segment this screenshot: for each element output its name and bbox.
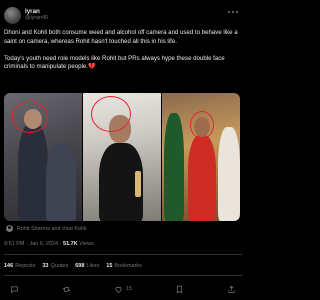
bookmark-button[interactable] <box>174 284 184 294</box>
repost-button[interactable] <box>62 284 72 294</box>
post-time[interactable]: 9:51 PM <box>4 241 24 247</box>
author-names: Iyran @iyran45 <box>25 8 48 22</box>
avatar[interactable] <box>4 6 21 24</box>
repost-icon <box>62 286 71 292</box>
like-button[interactable]: 15 <box>114 285 132 294</box>
action-bar: 15 <box>4 283 242 295</box>
post-body: Dhoni and Kohli both consume weed and al… <box>4 29 242 72</box>
highlight-circle <box>12 101 48 133</box>
reply-button[interactable] <box>9 284 19 294</box>
author-handle[interactable]: @iyran45 <box>25 15 48 21</box>
author-display-name[interactable]: Iyran <box>25 8 48 15</box>
user-tag-icon <box>6 225 13 232</box>
reposts-stat[interactable]: 146 Reposts <box>4 263 35 269</box>
share-icon <box>228 285 235 293</box>
reply-icon <box>10 286 18 293</box>
engagement-stats: 146 Reposts 33 Quotes 698 Likes 15 Bookmarks <box>4 263 142 269</box>
views-count: 51.7K <box>63 241 78 247</box>
tagged-people[interactable]: Rohit Sharma and Virat Kohli <box>17 226 86 232</box>
quotes-stat[interactable]: 33 Quotes <box>42 263 68 269</box>
media-photo-2[interactable] <box>83 93 161 221</box>
post-paragraph-2: Today's youth need role models like Rohi… <box>4 54 225 71</box>
divider <box>4 254 242 255</box>
more-options-icon[interactable] <box>228 10 238 14</box>
post-paragraph-1: Dhoni and Kohli both consume weed and al… <box>4 29 238 45</box>
heart-icon <box>115 286 122 293</box>
highlight-circle <box>190 111 214 139</box>
post-meta: 9:51 PM · Jan 6, 2024 · 51.7K Views <box>4 241 94 247</box>
views-label: Views <box>79 241 94 247</box>
media-photo-3[interactable] <box>162 93 240 221</box>
highlight-circle <box>91 96 131 132</box>
post-header: Iyran @iyran45 <box>4 4 48 26</box>
like-count: 15 <box>126 286 132 292</box>
media-photo-1[interactable] <box>4 93 82 221</box>
media-tag[interactable]: Rohit Sharma and Virat Kohli <box>6 225 86 232</box>
likes-stat[interactable]: 698 Likes <box>75 263 99 269</box>
share-button[interactable] <box>227 284 237 294</box>
media-gallery[interactable] <box>4 93 240 221</box>
post-date[interactable]: Jan 6, 2024 <box>29 241 58 247</box>
bookmark-icon <box>176 285 183 294</box>
divider <box>4 275 242 276</box>
bookmarks-stat[interactable]: 15 Bookmarks <box>106 263 142 269</box>
